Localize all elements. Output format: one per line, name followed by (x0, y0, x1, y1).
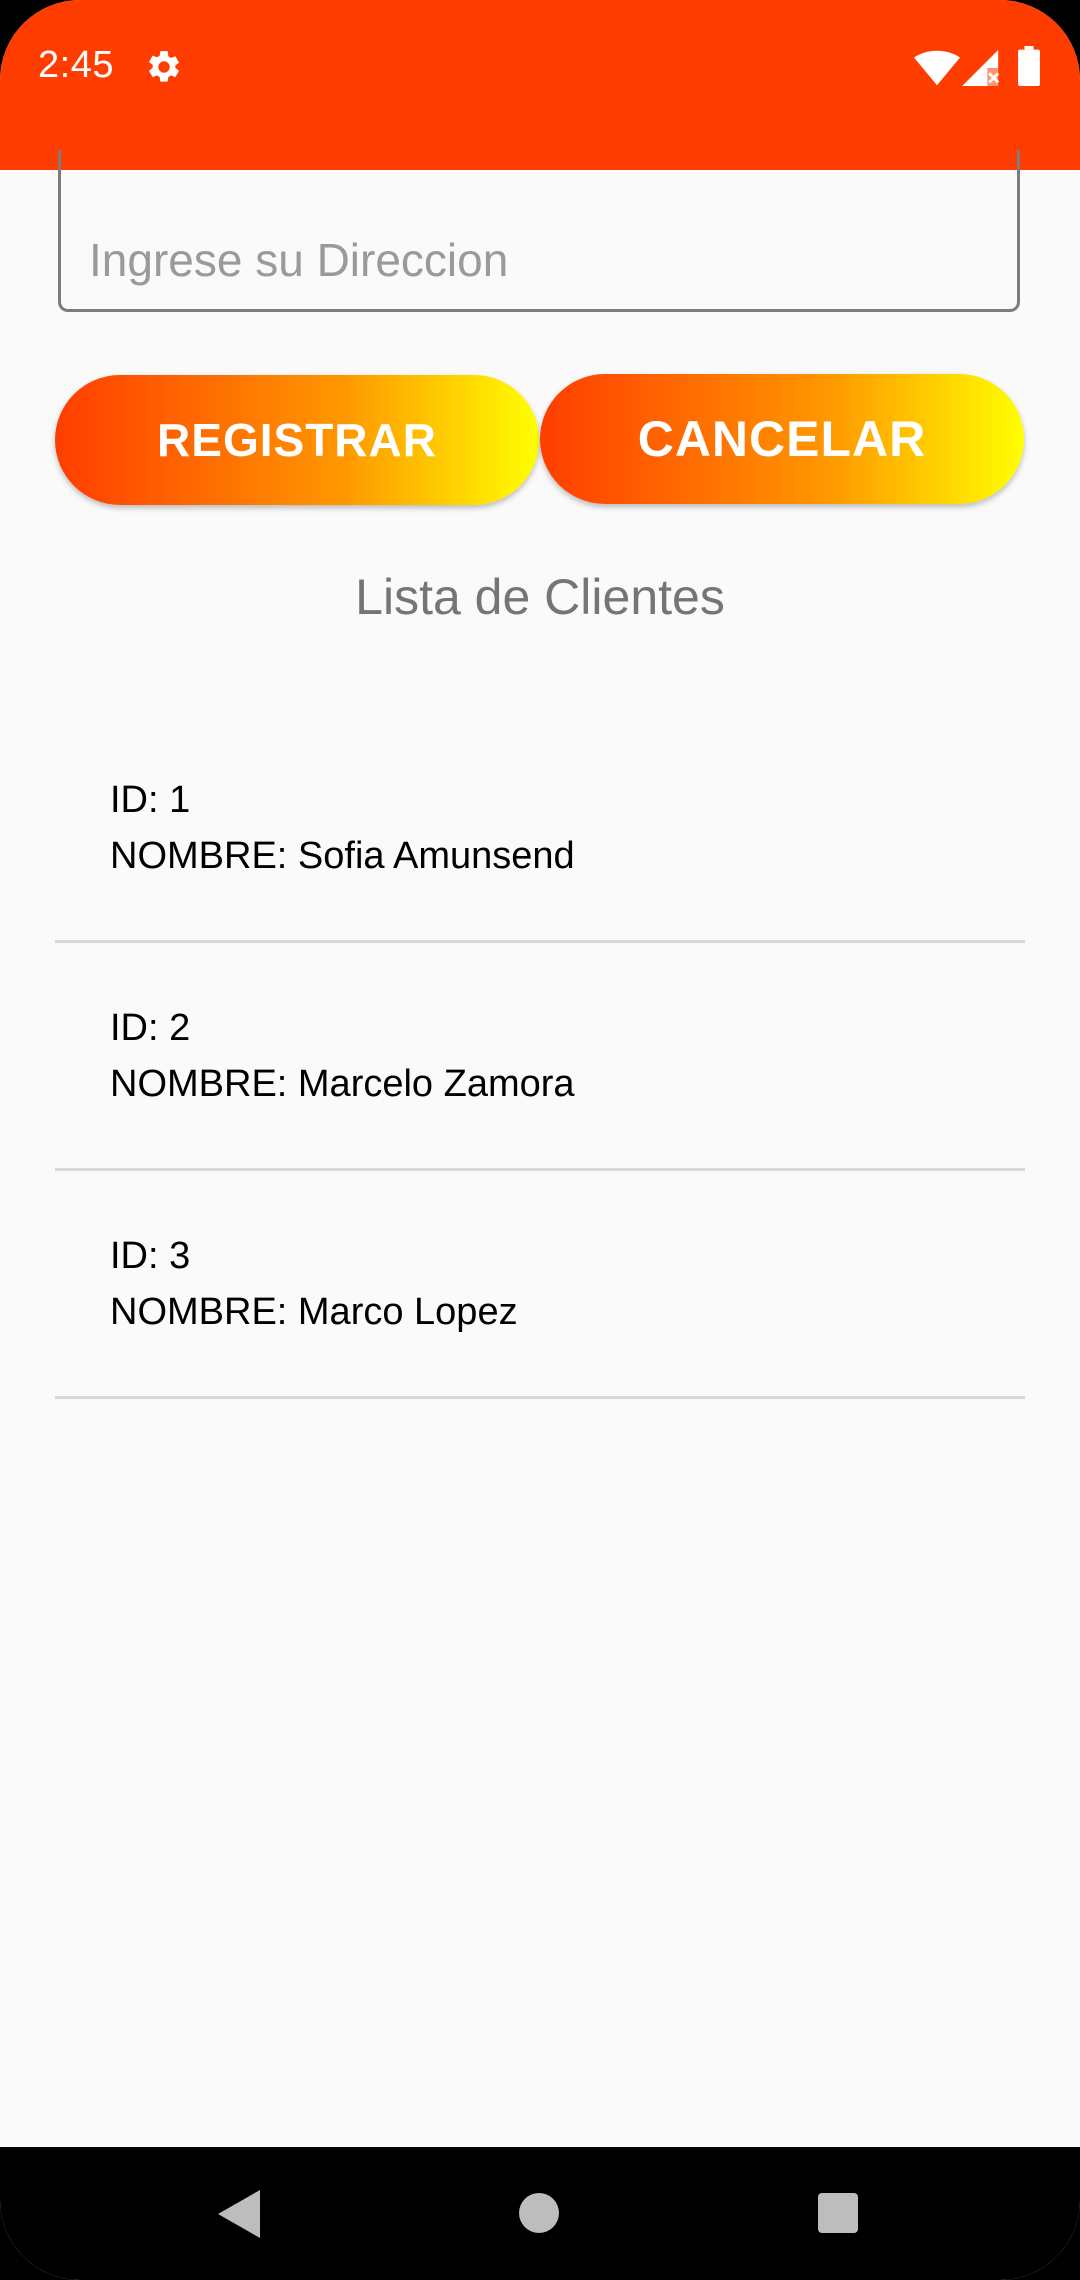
status-bar: 2:45 (0, 0, 1080, 170)
client-id: ID: 2 (110, 1007, 191, 1049)
list-title: Lista de Clientes (355, 569, 725, 625)
address-input[interactable] (58, 150, 1020, 312)
list-item[interactable]: ID: 2 NOMBRE: Marcelo Zamora (55, 943, 1025, 1171)
gear-icon (149, 51, 179, 82)
list-item[interactable]: ID: 1 NOMBRE: Sofia Amunsend (55, 715, 1025, 943)
client-name: NOMBRE: Marco Lopez (110, 1291, 518, 1333)
battery-icon (1018, 46, 1040, 86)
client-name: NOMBRE: Sofia Amunsend (110, 835, 575, 877)
home-icon[interactable] (519, 2193, 559, 2233)
list-item[interactable]: ID: 3 NOMBRE: Marco Lopez (55, 1171, 1025, 1399)
client-id: ID: 3 (110, 1235, 191, 1277)
navigation-bar (0, 2147, 1080, 2280)
recents-icon[interactable] (818, 2193, 858, 2233)
status-time: 2:45 (38, 44, 114, 86)
client-list: ID: 1 NOMBRE: Sofia Amunsend ID: 2 NOMBR… (55, 715, 1025, 1399)
wifi-icon (914, 50, 960, 86)
phone-screen: 2:45 REGISTRAR CANCELAR Lista de Cliente… (0, 0, 1080, 2280)
registrar-button[interactable]: REGISTRAR (55, 375, 539, 505)
cancelar-button[interactable]: CANCELAR (540, 374, 1024, 504)
signal-icon (962, 50, 1000, 86)
client-name: NOMBRE: Marcelo Zamora (110, 1063, 575, 1105)
client-id: ID: 1 (110, 779, 191, 821)
back-icon[interactable] (218, 2190, 260, 2238)
